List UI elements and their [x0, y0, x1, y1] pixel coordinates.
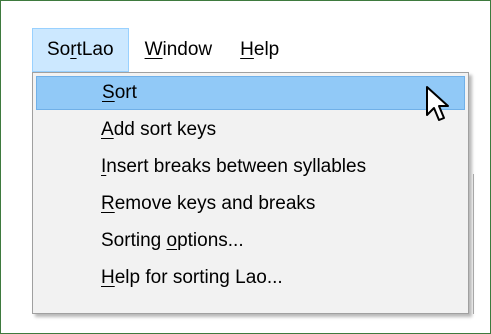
arrow-cursor-icon: [426, 86, 449, 121]
background-divider: [473, 174, 474, 314]
menu-item-sort[interactable]: Sort: [36, 76, 465, 110]
menu-item-help-sorting-mnemonic: H: [101, 267, 115, 288]
menu-item-help-sorting[interactable]: Help for sorting Lao...: [36, 261, 465, 295]
menu-help-mnemonic: H: [240, 39, 254, 60]
app-window: SortLao Window Help Sort Add sort keys I…: [0, 0, 491, 334]
menu-window[interactable]: Window: [131, 28, 227, 72]
menu-sortlao-suffix: tLao: [76, 39, 114, 60]
menu-item-sorting-options-prefix: Sorting: [101, 230, 167, 251]
menu-item-add-sort-keys-mnemonic: A: [101, 119, 114, 140]
menu-help-suffix: elp: [253, 39, 280, 60]
menu-item-sorting-options-suffix: ptions...: [177, 230, 244, 251]
menu-item-remove-keys-suffix: emove keys and breaks: [114, 193, 316, 214]
menu-item-sort-mnemonic: S: [102, 82, 115, 103]
menu-item-help-sorting-suffix: elp for sorting Lao...: [114, 267, 283, 288]
menu-sortlao-prefix: So: [47, 39, 71, 60]
menu-item-remove-keys-mnemonic: R: [101, 193, 115, 214]
menu-window-suffix: indow: [162, 39, 213, 60]
menu-help[interactable]: Help: [226, 28, 293, 72]
sortlao-dropdown-menu: Sort Add sort keys Insert breaks between…: [32, 72, 469, 314]
menu-item-sorting-options[interactable]: Sorting options...: [36, 224, 465, 258]
menu-item-remove-keys[interactable]: Remove keys and breaks: [36, 187, 465, 221]
menu-window-mnemonic: W: [144, 39, 163, 60]
menu-item-sorting-options-mnemonic: o: [166, 230, 178, 251]
menu-item-insert-breaks-suffix: nsert breaks between syllables: [106, 156, 367, 177]
menu-sortlao[interactable]: SortLao: [32, 28, 129, 72]
menu-item-sort-suffix: ort: [114, 82, 137, 103]
menu-item-insert-breaks[interactable]: Insert breaks between syllables: [36, 150, 465, 184]
menu-item-add-sort-keys[interactable]: Add sort keys: [36, 113, 465, 147]
menu-item-add-sort-keys-suffix: dd sort keys: [113, 119, 217, 140]
menu-bar: SortLao Window Help: [32, 28, 293, 72]
